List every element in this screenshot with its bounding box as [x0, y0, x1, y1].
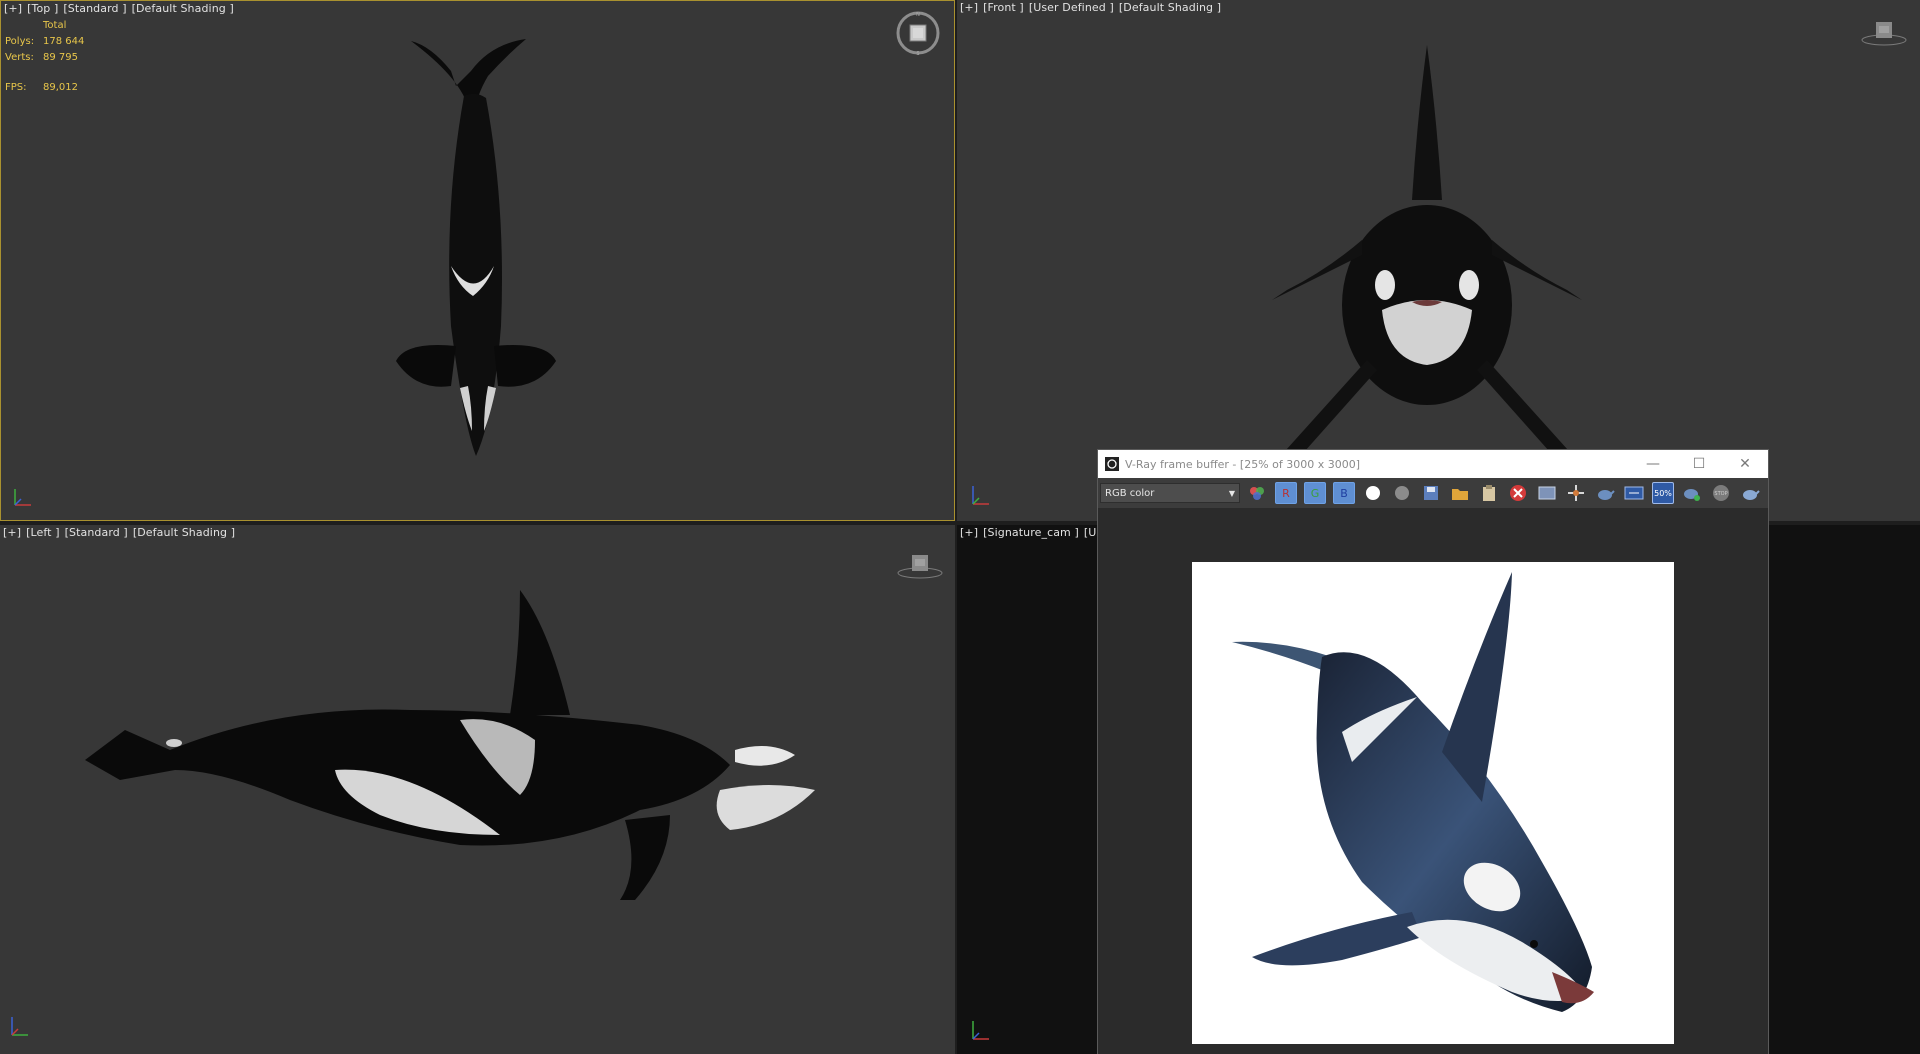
svg-text:S: S — [916, 51, 919, 57]
viewport-point-of-view[interactable]: [Signature_cam ] — [983, 526, 1079, 539]
zoom-50-label: 50% — [1654, 488, 1672, 498]
white-dot-icon[interactable] — [1362, 482, 1384, 504]
vray-frame-buffer-window[interactable]: V-Ray frame buffer - [25% of 3000 x 3000… — [1098, 450, 1768, 1054]
render-teapot-icon[interactable] — [1681, 482, 1703, 504]
orca-side-view[interactable] — [80, 590, 880, 910]
viewport-label[interactable]: [+] [Top ] [Standard ] [Default Shading ] — [4, 2, 239, 15]
viewcube-icon[interactable] — [895, 549, 945, 581]
stats-fps-value: 89,012 — [43, 82, 78, 93]
stats-verts-label: Verts: — [5, 52, 34, 63]
track-mouse-icon[interactable] — [1565, 482, 1587, 504]
teapot-alt-icon[interactable] — [1739, 482, 1761, 504]
viewport-point-of-view[interactable]: [Top ] — [27, 2, 58, 15]
gray-sphere-icon[interactable] — [1391, 482, 1413, 504]
stats-fps-label: FPS: — [5, 82, 27, 93]
viewport-shading[interactable]: [Default Shading ] — [1119, 1, 1221, 14]
stats-total-label: Total — [43, 20, 67, 31]
open-folder-icon[interactable] — [1449, 482, 1471, 504]
orca-top-view[interactable] — [376, 36, 576, 491]
compare-icon[interactable] — [1623, 482, 1645, 504]
vfb-toolbar: RGB color ▼ R G B 50% STOP — [1098, 478, 1768, 508]
render-output-canvas[interactable] — [1192, 562, 1674, 1044]
b-channel-button[interactable]: B — [1333, 482, 1355, 504]
viewport-left[interactable]: [+] [Left ] [Standard ] [Default Shading ] — [0, 525, 955, 1054]
maximize-button[interactable]: ☐ — [1676, 450, 1722, 478]
orca-front-view[interactable] — [1267, 40, 1587, 460]
vray-logo-icon — [1105, 457, 1119, 471]
window-title: V-Ray frame buffer - [25% of 3000 x 3000… — [1125, 457, 1361, 471]
save-icon[interactable] — [1420, 482, 1442, 504]
channel-select[interactable]: RGB color ▼ — [1100, 483, 1240, 503]
viewport-top[interactable]: [+] [Top ] [Standard ] [Default Shading ] T… — [0, 0, 955, 521]
g-channel-button[interactable]: G — [1304, 482, 1326, 504]
stop-label: STOP — [1714, 491, 1727, 497]
axis-tripod-icon — [972, 1021, 989, 1040]
stop-icon[interactable]: STOP — [1710, 482, 1732, 504]
viewport-mode[interactable]: [Standard ] — [65, 526, 128, 539]
viewport-label[interactable]: [+] [Front ] [User Defined ] [Default Shadi… — [960, 1, 1226, 14]
chevron-down-icon: ▼ — [1228, 488, 1235, 498]
stats-polys-label: Polys: — [5, 36, 35, 47]
viewport-point-of-view[interactable]: [Left ] — [26, 526, 59, 539]
viewport-menu-plus[interactable]: [+] — [960, 526, 978, 539]
viewport-menu-plus[interactable]: [+] — [960, 1, 978, 14]
stats-polys-value: 178 644 — [43, 36, 85, 47]
clear-icon[interactable] — [1507, 482, 1529, 504]
axis-tripod-icon — [972, 486, 989, 505]
statistics-overlay: Total Polys: 178 644 Verts: 89 795 FPS: 89,… — [5, 18, 84, 96]
svg-text:N: N — [916, 12, 920, 18]
viewport-front[interactable]: [+] [Front ] [User Defined ] [Default Shadi… — [957, 0, 1920, 521]
viewcube-icon[interactable] — [1859, 16, 1909, 48]
axis-tripod-icon — [11, 1017, 28, 1036]
viewport-menu-plus[interactable]: [+] — [4, 2, 22, 15]
viewport-point-of-view[interactable]: [Front ] — [983, 1, 1024, 14]
channel-select-value: RGB color — [1105, 487, 1155, 499]
minimize-button[interactable]: — — [1630, 450, 1676, 478]
viewport-menu-plus[interactable]: [+] — [3, 526, 21, 539]
viewport-label[interactable]: [+] [Left ] [Standard ] [Default Shading ] — [3, 526, 240, 539]
rendered-orca-image — [1232, 572, 1594, 1012]
region-render-icon[interactable] — [1536, 482, 1558, 504]
viewport-label[interactable]: [+][Signature_cam ][User — [960, 526, 1119, 539]
viewport-shading[interactable]: [Default Shading ] — [132, 2, 234, 15]
clipboard-icon[interactable] — [1478, 482, 1500, 504]
window-titlebar[interactable]: V-Ray frame buffer - [25% of 3000 x 3000… — [1098, 450, 1768, 478]
teapot-icon[interactable] — [1594, 482, 1616, 504]
axis-tripod-icon — [14, 489, 31, 506]
viewcube-compass-icon[interactable]: N S — [894, 9, 942, 57]
close-button[interactable]: ✕ — [1722, 450, 1768, 478]
viewport-mode[interactable]: [User Defined ] — [1029, 1, 1114, 14]
r-channel-button[interactable]: R — [1275, 482, 1297, 504]
stats-verts-value: 89 795 — [43, 52, 78, 63]
viewport-mode[interactable]: [Standard ] — [63, 2, 126, 15]
color-mode-icon[interactable] — [1246, 482, 1268, 504]
zoom-50-icon[interactable]: 50% — [1652, 482, 1674, 504]
viewport-shading[interactable]: [Default Shading ] — [133, 526, 235, 539]
